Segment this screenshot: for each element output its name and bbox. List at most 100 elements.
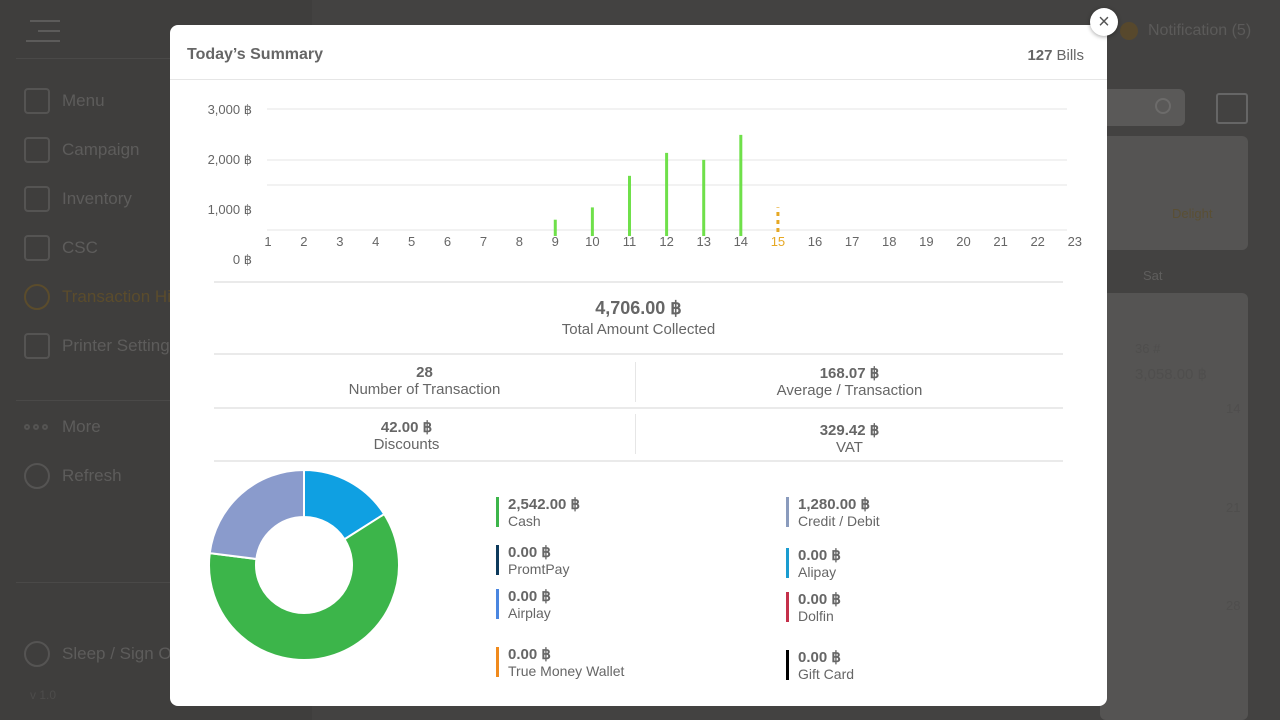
stat-label: VAT [836, 439, 863, 456]
stat-label: Average / Transaction [776, 382, 923, 399]
legend-label: Airplay [508, 605, 551, 621]
calendar-date: 14 [1226, 401, 1241, 416]
document-icon [24, 235, 50, 261]
card-label: Delight [1172, 206, 1213, 221]
bills-count: 127 Bills [1027, 47, 1084, 64]
legend-gift-card: 0.00 ฿ Gift Card [786, 650, 854, 682]
sidebar-item-inventory[interactable]: Inventory [24, 184, 132, 214]
day-header: Sat [1143, 268, 1163, 283]
legend-value: 0.00 ฿ [508, 544, 551, 561]
legend-color-swatch [786, 497, 789, 527]
legend-label: Dolfin [798, 608, 834, 624]
bills-number: 127 [1027, 47, 1053, 64]
sidebar-item-label: Inventory [62, 189, 132, 208]
notification-button[interactable]: Notification (5) [1120, 22, 1251, 40]
stat-average: 168.07 ฿ Average / Transaction [636, 364, 1063, 399]
calendar-grid: 36 # 3,058.00 ฿ 14 21 28 [1100, 293, 1248, 720]
calendar-icon[interactable] [1216, 93, 1248, 124]
bell-icon [1120, 22, 1138, 40]
refresh-icon [24, 463, 50, 489]
background-card: Delight [1100, 136, 1248, 250]
total-amount-value: 4,706.00 ฿ [595, 298, 682, 318]
legend-color-swatch [496, 545, 499, 575]
basket-icon [24, 137, 50, 163]
search-icon [1155, 98, 1171, 114]
legend-color-swatch [786, 548, 789, 578]
sidebar-item-label: More [62, 417, 101, 436]
stat-vat: 329.42 ฿ VAT [636, 421, 1063, 456]
legend-color-swatch [786, 650, 789, 680]
donut-slice [208, 468, 305, 561]
printer-icon [24, 333, 50, 359]
card-amount: 3,058.00 ฿ [1135, 366, 1208, 383]
warehouse-icon [24, 186, 50, 212]
sidebar-item-menu[interactable]: Menu [24, 86, 105, 116]
legend-promptpay: 0.00 ฿ PromtPay [496, 545, 569, 577]
stat-discounts: 42.00 ฿ Discounts [214, 418, 599, 453]
legend-label: Alipay [798, 564, 837, 580]
sidebar-item-sleep-sign-out[interactable]: Sleep / Sign Out [24, 639, 186, 669]
legend-value: 0.00 ฿ [798, 547, 841, 564]
sidebar-item-refresh[interactable]: Refresh [24, 461, 122, 491]
more-dots-icon [24, 414, 50, 440]
menu-grid-icon [24, 88, 50, 114]
legend-alipay: 0.00 ฿ Alipay [786, 548, 841, 580]
sidebar-item-label: Menu [62, 91, 105, 110]
legend-value: 0.00 ฿ [508, 588, 551, 605]
sidebar-item-csc[interactable]: CSC [24, 233, 98, 263]
sidebar-item-more[interactable]: More [24, 412, 101, 442]
legend-value: 0.00 ฿ [798, 591, 841, 608]
sidebar-item-printer-setting[interactable]: Printer Setting [24, 331, 170, 361]
stat-label: Number of Transaction [348, 381, 501, 398]
legend-credit-debit: 1,280.00 ฿ Credit / Debit [786, 497, 880, 529]
power-icon [24, 641, 50, 667]
legend-cash: 2,542.00 ฿ Cash [496, 497, 580, 529]
stat-value: 168.07 ฿ [819, 365, 880, 382]
total-amount-label: Total Amount Collected [561, 321, 716, 338]
sidebar-item-label: Printer Setting [62, 336, 170, 355]
modal-title: Today’s Summary [187, 46, 324, 63]
divider [214, 460, 1063, 462]
legend-value: 0.00 ฿ [508, 646, 551, 663]
legend-color-swatch [496, 497, 499, 527]
legend-label: Cash [508, 513, 541, 529]
modal-header: Today’s Summary 127 Bills [170, 25, 1107, 80]
collapse-menu-icon[interactable] [24, 18, 64, 44]
legend-airplay: 0.00 ฿ Airplay [496, 589, 551, 621]
stat-value: 329.42 ฿ [819, 422, 880, 439]
legend-label: PromtPay [508, 561, 570, 577]
sidebar-item-label: CSC [62, 238, 98, 257]
sidebar-item-campaign[interactable]: Campaign [24, 135, 140, 165]
total-amount-collected: 4,706.00 ฿ Total Amount Collected [214, 298, 1063, 338]
bills-label: Bills [1056, 47, 1084, 64]
close-button[interactable]: × [1090, 8, 1118, 36]
stat-transactions: 28 Number of Transaction [214, 364, 635, 398]
divider [214, 407, 1063, 409]
calendar-date: 21 [1226, 500, 1241, 515]
legend-color-swatch [496, 589, 499, 619]
stat-value: 28 [416, 364, 433, 381]
legend-color-swatch [786, 592, 789, 622]
sidebar-item-label: Campaign [62, 140, 140, 159]
legend-label: Gift Card [798, 666, 855, 682]
calendar-date: 28 [1226, 598, 1241, 613]
legend-dolfin: 0.00 ฿ Dolfin [786, 592, 841, 624]
legend-label: True Money Wallet [508, 663, 625, 679]
stat-value: 42.00 ฿ [380, 419, 433, 436]
legend-true-money-wallet: 0.00 ฿ True Money Wallet [496, 647, 624, 679]
legend-label: Credit / Debit [798, 513, 880, 529]
stat-label: Discounts [373, 436, 440, 453]
payment-donut-chart [208, 468, 400, 661]
legend-value: 2,542.00 ฿ [508, 496, 581, 513]
legend-color-swatch [496, 647, 499, 677]
app-version: v 1.0 [30, 688, 57, 702]
notification-label: Notification (5) [1148, 22, 1252, 39]
divider [214, 353, 1063, 355]
card-count: 36 # [1135, 341, 1161, 356]
close-icon: × [1098, 10, 1110, 33]
legend-value: 0.00 ฿ [798, 649, 841, 666]
history-icon [24, 284, 50, 310]
divider [214, 281, 1063, 283]
sidebar-item-label: Sleep / Sign Out [62, 644, 186, 663]
legend-value: 1,280.00 ฿ [798, 496, 871, 513]
